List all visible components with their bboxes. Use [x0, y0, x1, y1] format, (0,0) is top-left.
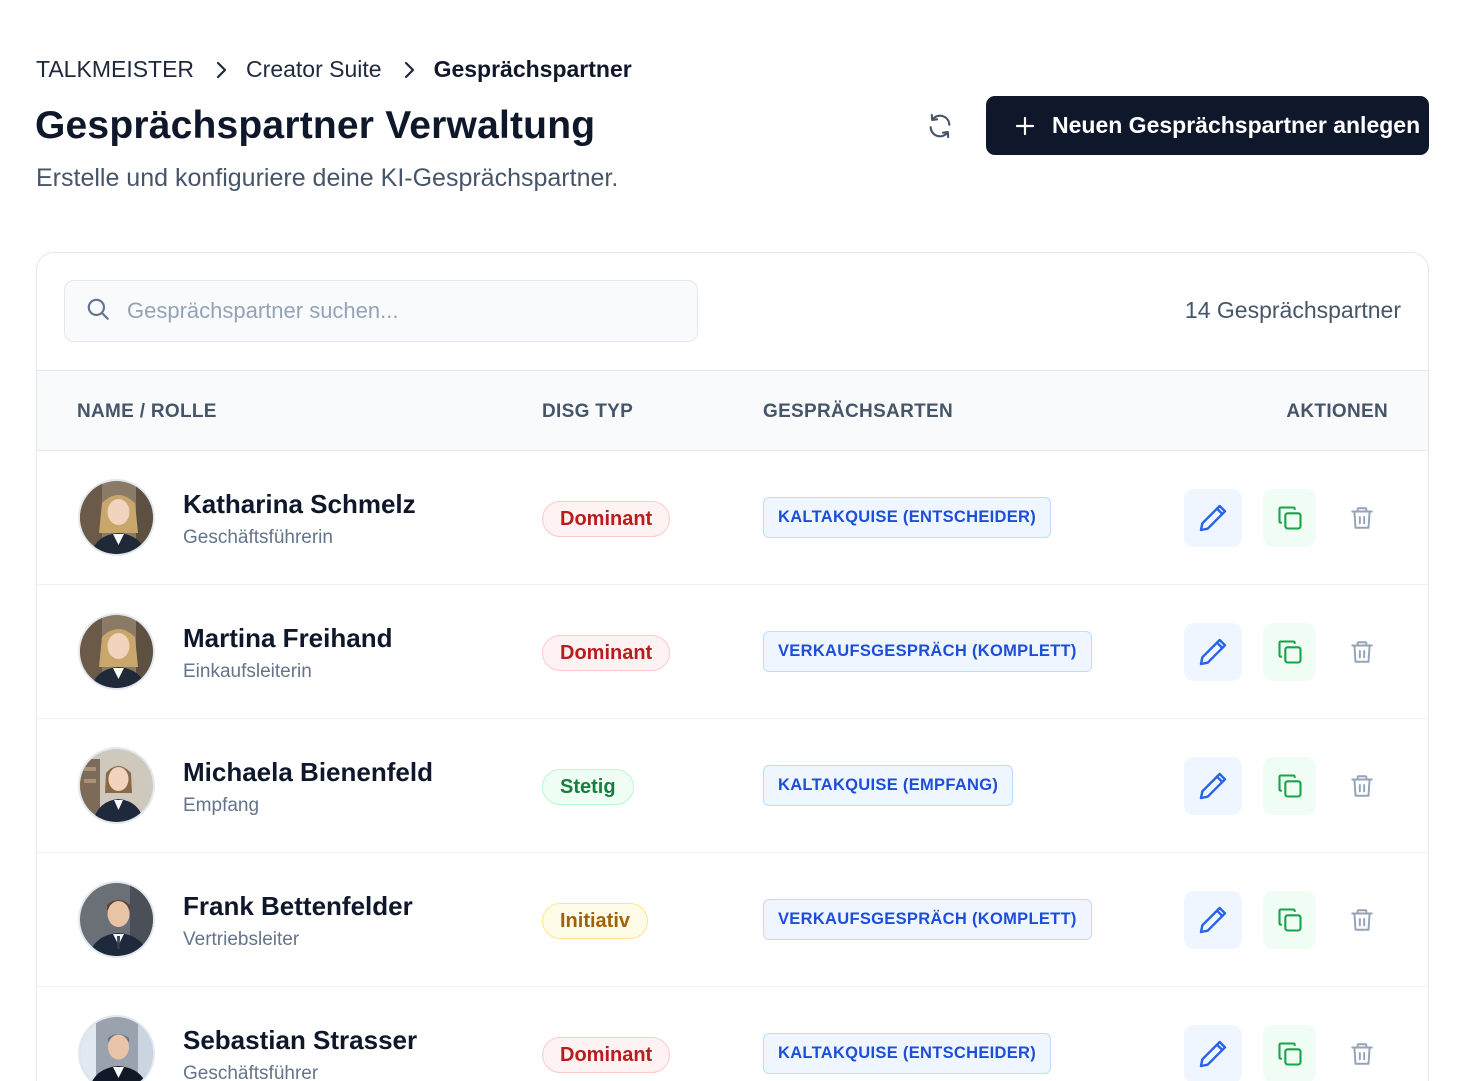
partner-name: Katharina Schmelz: [183, 489, 416, 519]
conversation-type-tag: VERKAUFSGESPRÄCH (KOMPLETT): [763, 631, 1092, 672]
copy-icon: [1277, 774, 1302, 798]
partner-name: Martina Freihand: [183, 623, 393, 653]
partner-table-card: 14 Gesprächspartner NAME / ROLLE DISG TY…: [36, 252, 1429, 1081]
duplicate-button[interactable]: [1263, 757, 1316, 815]
column-header-actions: AKTIONEN: [1286, 401, 1388, 422]
plus-icon: [1014, 115, 1036, 137]
pencil-icon: [1199, 638, 1227, 666]
pencil-icon: [1199, 906, 1227, 934]
trash-icon: [1351, 507, 1373, 529]
duplicate-button[interactable]: [1263, 1025, 1316, 1081]
disg-badge: Dominant: [542, 501, 671, 537]
chevron-right-icon: [404, 61, 416, 79]
page-subtitle: Erstelle und konfiguriere deine KI-Gespr…: [36, 164, 619, 192]
table-row: Martina Freihand Einkaufsleiterin Domina…: [37, 585, 1428, 719]
disg-badge: Dominant: [542, 635, 671, 671]
disg-badge: Initiativ: [542, 903, 649, 939]
copy-icon: [1277, 506, 1302, 530]
column-header-name: NAME / ROLLE: [77, 401, 217, 422]
duplicate-button[interactable]: [1263, 891, 1316, 949]
copy-icon: [1277, 908, 1302, 932]
partner-role: Geschäftsführerin: [183, 527, 333, 548]
refresh-button[interactable]: [920, 106, 960, 146]
avatar: [78, 881, 155, 958]
search-field[interactable]: [64, 280, 698, 342]
partner-role: Empfang: [183, 795, 260, 816]
delete-button[interactable]: [1333, 757, 1391, 815]
chevron-right-icon: [216, 61, 228, 79]
delete-button[interactable]: [1333, 489, 1391, 547]
conversation-type-tag: KALTAKQUISE (ENTSCHEIDER): [763, 497, 1052, 538]
trash-icon: [1351, 775, 1373, 797]
search-icon: [85, 296, 111, 327]
disg-badge: Stetig: [542, 769, 634, 805]
duplicate-button[interactable]: [1263, 623, 1316, 681]
avatar: [78, 613, 155, 690]
table-row: Frank Bettenfelder Vertriebsleiter Initi…: [37, 853, 1428, 987]
partner-name: Sebastian Strasser: [183, 1025, 418, 1055]
table-row: Sebastian Strasser Geschäftsführer Domin…: [37, 987, 1428, 1081]
delete-button[interactable]: [1333, 1025, 1391, 1081]
conversation-type-tag: VERKAUFSGESPRÄCH (KOMPLETT): [763, 899, 1092, 940]
disg-badge: Dominant: [542, 1037, 671, 1073]
table-header: NAME / ROLLE DISG TYP GESPRÄCHSARTEN AKT…: [37, 370, 1428, 451]
partner-name: Michaela Bienenfeld: [183, 757, 433, 787]
edit-button[interactable]: [1184, 489, 1242, 547]
search-input[interactable]: [127, 298, 687, 324]
pencil-icon: [1199, 504, 1227, 532]
partner-name: Frank Bettenfelder: [183, 891, 413, 921]
breadcrumb-item-talkmeister[interactable]: TALKMEISTER: [36, 56, 194, 83]
copy-icon: [1277, 1042, 1302, 1066]
partner-role: Vertriebsleiter: [183, 929, 300, 950]
avatar: [78, 747, 155, 824]
avatar: [78, 479, 155, 556]
edit-button[interactable]: [1184, 1025, 1242, 1081]
partner-count: 14 Gesprächspartner: [1184, 297, 1401, 323]
conversation-type-tag: KALTAKQUISE (EMPFANG): [763, 765, 1014, 806]
create-partner-button[interactable]: Neuen Gesprächspartner anlegen: [986, 96, 1429, 155]
column-header-conversation-types: GESPRÄCHSARTEN: [763, 401, 953, 422]
delete-button[interactable]: [1333, 623, 1391, 681]
table-row: Michaela Bienenfeld Empfang Stetig KALTA…: [37, 719, 1428, 853]
partner-role: Geschäftsführer: [183, 1063, 319, 1081]
duplicate-button[interactable]: [1263, 489, 1316, 547]
delete-button[interactable]: [1333, 891, 1391, 949]
edit-button[interactable]: [1184, 757, 1242, 815]
trash-icon: [1351, 1043, 1373, 1065]
breadcrumb-item-current: Gesprächspartner: [433, 56, 632, 82]
refresh-icon: [929, 113, 951, 139]
page-title: Gesprächspartner Verwaltung: [35, 104, 596, 147]
create-partner-label: Neuen Gesprächspartner anlegen: [1052, 112, 1421, 138]
breadcrumb-item-creator-suite[interactable]: Creator Suite: [246, 56, 382, 83]
trash-icon: [1351, 641, 1373, 663]
table-row: Katharina Schmelz Geschäftsführerin Domi…: [37, 451, 1428, 585]
conversation-type-tag: KALTAKQUISE (ENTSCHEIDER): [763, 1033, 1052, 1074]
breadcrumb: TALKMEISTER Creator Suite Gesprächspartn…: [36, 56, 632, 83]
edit-button[interactable]: [1184, 891, 1242, 949]
pencil-icon: [1199, 1040, 1227, 1068]
edit-button[interactable]: [1184, 623, 1242, 681]
trash-icon: [1351, 909, 1373, 931]
pencil-icon: [1199, 772, 1227, 800]
copy-icon: [1277, 640, 1302, 664]
table-body: Katharina Schmelz Geschäftsführerin Domi…: [37, 451, 1428, 1081]
avatar: [78, 1015, 155, 1081]
column-header-disg: DISG TYP: [542, 401, 634, 422]
partner-role: Einkaufsleiterin: [183, 661, 312, 682]
